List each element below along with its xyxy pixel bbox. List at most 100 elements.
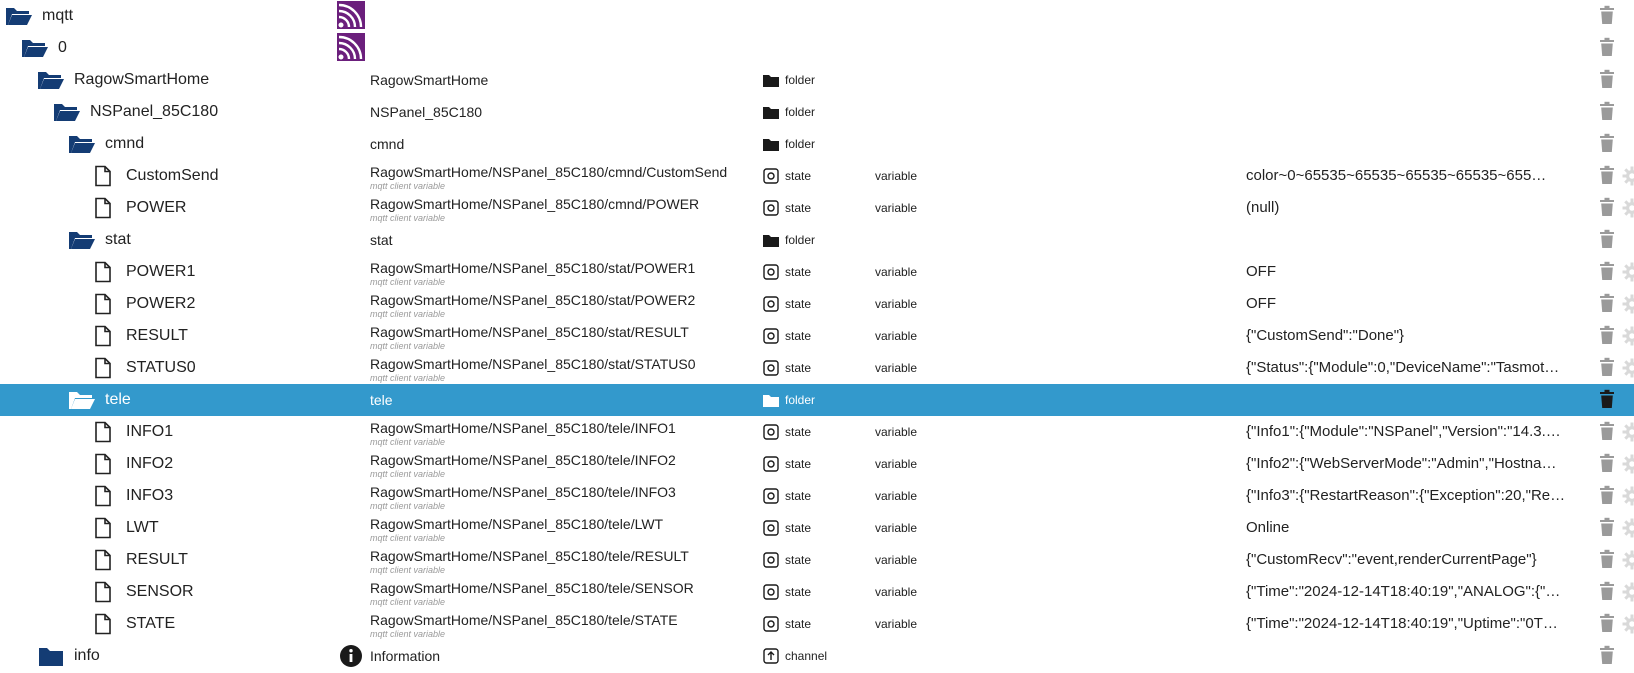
tree-node[interactable]: STATUS0	[88, 352, 196, 384]
settings-gear-icon[interactable]	[1622, 262, 1634, 282]
tree-node[interactable]: POWER2	[88, 288, 195, 320]
file-icon[interactable]	[88, 259, 118, 285]
object-value[interactable]: {"Info3":{"RestartReason":{"Exception":2…	[1246, 487, 1566, 504]
state-row[interactable]: INFO2RagowSmartHome/NSPanel_85C180/tele/…	[0, 448, 1634, 480]
tree-node[interactable]: cmnd	[67, 128, 144, 160]
delete-icon[interactable]	[1599, 549, 1619, 571]
settings-gear-icon[interactable]	[1622, 166, 1634, 186]
folder-open-icon[interactable]	[67, 131, 97, 157]
file-icon[interactable]	[88, 419, 118, 445]
delete-icon[interactable]	[1599, 101, 1619, 123]
file-icon[interactable]	[88, 195, 118, 221]
settings-gear-icon[interactable]	[1622, 358, 1634, 378]
object-value[interactable]: OFF	[1246, 295, 1566, 312]
tree-node[interactable]: stat	[67, 224, 131, 256]
object-value[interactable]: {"CustomRecv":"event,renderCurrentPage"}	[1246, 551, 1566, 568]
settings-gear-icon[interactable]	[1622, 518, 1634, 538]
folder-row[interactable]: infoInformationchannel	[0, 640, 1634, 672]
file-icon[interactable]	[88, 547, 118, 573]
object-value[interactable]: {"Info2":{"WebServerMode":"Admin","Hostn…	[1246, 455, 1566, 472]
delete-icon[interactable]	[1599, 581, 1619, 603]
delete-icon[interactable]	[1599, 197, 1619, 219]
tree-node[interactable]: tele	[67, 384, 131, 416]
folder-open-icon[interactable]	[52, 99, 82, 125]
settings-gear-icon[interactable]	[1622, 454, 1634, 474]
tree-node[interactable]: RagowSmartHome	[36, 64, 209, 96]
file-icon[interactable]	[88, 611, 118, 637]
state-row[interactable]: SENSORRagowSmartHome/NSPanel_85C180/tele…	[0, 576, 1634, 608]
tree-node[interactable]: STATE	[88, 608, 175, 640]
folder-row[interactable]: 0	[0, 32, 1634, 64]
delete-icon[interactable]	[1599, 357, 1619, 379]
file-icon[interactable]	[88, 483, 118, 509]
file-icon[interactable]	[88, 163, 118, 189]
delete-icon[interactable]	[1599, 5, 1619, 27]
folder-row[interactable]: teletelefolder	[0, 384, 1634, 416]
object-value[interactable]: {"Time":"2024-12-14T18:40:19","Uptime":"…	[1246, 615, 1566, 632]
settings-gear-icon[interactable]	[1622, 550, 1634, 570]
folder-row[interactable]: cmndcmndfolder	[0, 128, 1634, 160]
object-value[interactable]: {"Info1":{"Module":"NSPanel","Version":"…	[1246, 423, 1566, 440]
tree-node[interactable]: mqtt	[4, 0, 73, 32]
delete-icon[interactable]	[1599, 69, 1619, 91]
settings-gear-icon[interactable]	[1622, 294, 1634, 314]
delete-icon[interactable]	[1599, 37, 1619, 59]
delete-icon[interactable]	[1599, 485, 1619, 507]
delete-icon[interactable]	[1599, 421, 1619, 443]
folder-icon[interactable]	[36, 643, 66, 669]
state-row[interactable]: STATERagowSmartHome/NSPanel_85C180/tele/…	[0, 608, 1634, 640]
file-icon[interactable]	[88, 451, 118, 477]
settings-gear-icon[interactable]	[1622, 486, 1634, 506]
state-row[interactable]: INFO3RagowSmartHome/NSPanel_85C180/tele/…	[0, 480, 1634, 512]
state-row[interactable]: RESULTRagowSmartHome/NSPanel_85C180/tele…	[0, 544, 1634, 576]
tree-node[interactable]: info	[36, 640, 100, 672]
tree-node[interactable]: POWER	[88, 192, 186, 224]
folder-open-icon[interactable]	[67, 387, 97, 413]
delete-icon[interactable]	[1599, 613, 1619, 635]
settings-gear-icon[interactable]	[1622, 614, 1634, 634]
object-value[interactable]: (null)	[1246, 199, 1566, 216]
state-row[interactable]: INFO1RagowSmartHome/NSPanel_85C180/tele/…	[0, 416, 1634, 448]
delete-icon[interactable]	[1599, 325, 1619, 347]
object-value[interactable]: Online	[1246, 519, 1566, 536]
delete-icon[interactable]	[1599, 645, 1619, 667]
file-icon[interactable]	[88, 291, 118, 317]
tree-node[interactable]: RESULT	[88, 544, 188, 576]
settings-gear-icon[interactable]	[1622, 422, 1634, 442]
folder-open-icon[interactable]	[36, 67, 66, 93]
tree-node[interactable]: CustomSend	[88, 160, 219, 192]
folder-row[interactable]: NSPanel_85C180NSPanel_85C180folder	[0, 96, 1634, 128]
settings-gear-icon[interactable]	[1622, 326, 1634, 346]
file-icon[interactable]	[88, 323, 118, 349]
state-row[interactable]: RESULTRagowSmartHome/NSPanel_85C180/stat…	[0, 320, 1634, 352]
delete-icon[interactable]	[1599, 133, 1619, 155]
delete-icon[interactable]	[1599, 389, 1619, 411]
delete-icon[interactable]	[1599, 229, 1619, 251]
object-value[interactable]: {"Status":{"Module":0,"DeviceName":"Tasm…	[1246, 359, 1566, 376]
object-value[interactable]: {"CustomSend":"Done"}	[1246, 327, 1566, 344]
folder-open-icon[interactable]	[67, 227, 97, 253]
object-value[interactable]: OFF	[1246, 263, 1566, 280]
tree-node[interactable]: NSPanel_85C180	[52, 96, 218, 128]
tree-node[interactable]: 0	[20, 32, 67, 64]
folder-row[interactable]: RagowSmartHomeRagowSmartHomefolder	[0, 64, 1634, 96]
file-icon[interactable]	[88, 579, 118, 605]
tree-node[interactable]: SENSOR	[88, 576, 194, 608]
file-icon[interactable]	[88, 515, 118, 541]
delete-icon[interactable]	[1599, 165, 1619, 187]
delete-icon[interactable]	[1599, 261, 1619, 283]
object-value[interactable]: color~0~65535~65535~65535~65535~655…	[1246, 167, 1566, 184]
tree-node[interactable]: INFO1	[88, 416, 173, 448]
tree-node[interactable]: INFO2	[88, 448, 173, 480]
delete-icon[interactable]	[1599, 453, 1619, 475]
state-row[interactable]: POWERRagowSmartHome/NSPanel_85C180/cmnd/…	[0, 192, 1634, 224]
object-value[interactable]: {"Time":"2024-12-14T18:40:19","ANALOG":{…	[1246, 583, 1566, 600]
folder-open-icon[interactable]	[20, 35, 50, 61]
folder-open-icon[interactable]	[4, 3, 34, 29]
tree-node[interactable]: LWT	[88, 512, 159, 544]
state-row[interactable]: POWER1RagowSmartHome/NSPanel_85C180/stat…	[0, 256, 1634, 288]
state-row[interactable]: POWER2RagowSmartHome/NSPanel_85C180/stat…	[0, 288, 1634, 320]
settings-gear-icon[interactable]	[1622, 198, 1634, 218]
tree-node[interactable]: POWER1	[88, 256, 195, 288]
settings-gear-icon[interactable]	[1622, 582, 1634, 602]
